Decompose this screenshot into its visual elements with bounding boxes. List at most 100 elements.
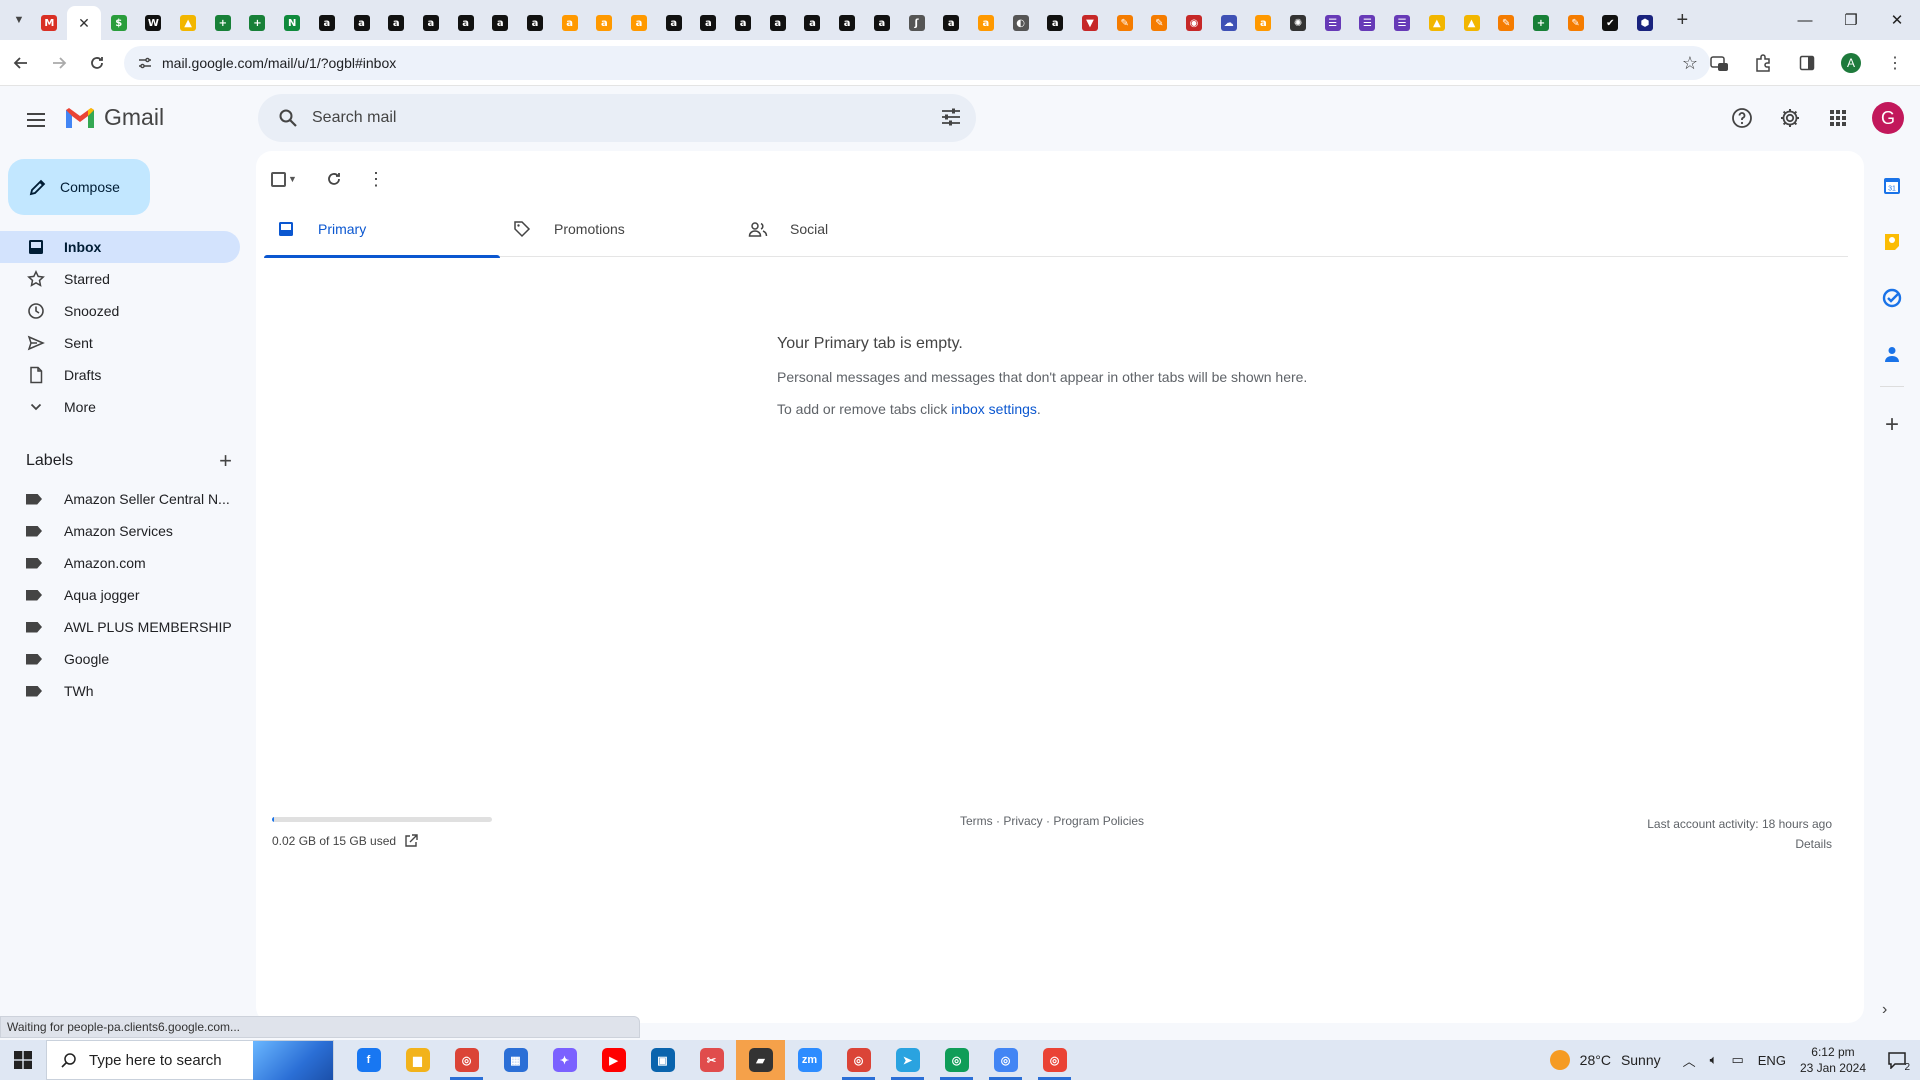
restore-button[interactable]: ❐ <box>1828 0 1874 40</box>
browser-tab[interactable]: a <box>518 6 553 40</box>
chrome-profile-taskbar-button[interactable]: ◎ <box>834 1040 883 1080</box>
side-panel-icon[interactable] <box>1792 46 1822 80</box>
browser-menu-icon[interactable]: ⋮ <box>1880 46 1910 80</box>
browser-tab[interactable]: ◉ <box>1177 6 1212 40</box>
copilot-taskbar-button[interactable]: ✦ <box>540 1040 589 1080</box>
site-info-icon[interactable] <box>130 55 160 71</box>
notifications-button[interactable]: 2 <box>1882 1045 1912 1075</box>
browser-tab[interactable]: W <box>136 6 171 40</box>
label-item[interactable]: AWL PLUS MEMBERSHIP <box>0 611 240 643</box>
chrome-profile-taskbar-button[interactable]: ◎ <box>1030 1040 1079 1080</box>
browser-tab[interactable]: a <box>969 6 1004 40</box>
contacts-icon[interactable] <box>1872 326 1912 382</box>
active-tab[interactable]: ✕ <box>66 6 102 40</box>
browser-tab[interactable]: ✺ <box>1281 6 1316 40</box>
label-item[interactable]: Amazon.com <box>0 547 240 579</box>
show-hidden-icons-chevron-icon[interactable]: ︿ <box>1683 1051 1696 1070</box>
help-icon[interactable] <box>1722 98 1762 138</box>
browser-tab[interactable]: a <box>344 6 379 40</box>
browser-tab[interactable]: ✎ <box>1558 6 1593 40</box>
chrome-profile-taskbar-button[interactable]: ◎ <box>981 1040 1030 1080</box>
compose-button[interactable]: Compose <box>8 159 150 215</box>
back-button[interactable] <box>4 46 38 80</box>
close-icon[interactable]: ✕ <box>78 15 90 32</box>
browser-tab[interactable]: ▲ <box>171 6 206 40</box>
browser-tab[interactable]: + <box>205 6 240 40</box>
search-options-icon[interactable] <box>940 106 962 133</box>
address-bar[interactable]: mail.google.com/mail/u/1/?ogbl#inbox ☆ <box>124 46 1710 80</box>
tab-primary[interactable]: Primary <box>264 201 500 258</box>
google-apps-icon[interactable] <box>1818 98 1858 138</box>
browser-tab[interactable]: ◐ <box>1003 6 1038 40</box>
new-tab-button[interactable]: + <box>1668 6 1696 34</box>
weather-widget[interactable]: 28°C Sunny <box>1549 1050 1661 1070</box>
nav-item-more[interactable]: More <box>0 391 240 423</box>
search-input[interactable] <box>312 109 892 127</box>
chrome-taskbar-button[interactable]: ◎ <box>442 1040 491 1080</box>
extensions-puzzle-icon[interactable] <box>1748 46 1778 80</box>
browser-tab[interactable]: ☁ <box>1211 6 1246 40</box>
browser-tab[interactable]: a <box>1038 6 1073 40</box>
browser-tab[interactable]: ☰ <box>1315 6 1350 40</box>
network-icon[interactable]: ▭ <box>1731 1052 1743 1068</box>
windows-start-icon[interactable] <box>0 1040 46 1080</box>
select-all-checkbox[interactable]: ▼ <box>268 163 300 195</box>
browser-tab[interactable]: a <box>656 6 691 40</box>
zoom-taskbar-button[interactable]: zm <box>785 1040 834 1080</box>
browser-tab[interactable]: a <box>830 6 865 40</box>
browser-tab[interactable]: a <box>691 6 726 40</box>
sticky-notes-taskbar-button[interactable]: ▰ <box>736 1040 785 1080</box>
privacy-link[interactable]: Privacy <box>1003 814 1042 828</box>
browser-tab[interactable]: ☰ <box>1385 6 1420 40</box>
tasks-icon[interactable] <box>1872 270 1912 326</box>
clock[interactable]: 6:12 pm 23 Jan 2024 <box>1800 1044 1866 1076</box>
open-external-icon[interactable] <box>404 834 418 848</box>
calculator-taskbar-button[interactable]: ▦ <box>491 1040 540 1080</box>
file-explorer-taskbar-button[interactable]: ▆ <box>393 1040 442 1080</box>
refresh-button[interactable] <box>318 163 350 195</box>
keep-icon[interactable] <box>1872 214 1912 270</box>
browser-tab[interactable]: ▲ <box>1420 6 1455 40</box>
browser-tab[interactable]: a <box>934 6 969 40</box>
url-text[interactable]: mail.google.com/mail/u/1/?ogbl#inbox <box>162 55 396 71</box>
browser-tab[interactable]: ✔ <box>1593 6 1628 40</box>
nav-item-starred[interactable]: Starred <box>0 263 240 295</box>
more-options-icon[interactable]: ⋮ <box>360 163 392 195</box>
browser-tab[interactable]: a <box>483 6 518 40</box>
chrome-profile-taskbar-button[interactable]: ◎ <box>932 1040 981 1080</box>
browser-tab[interactable]: a <box>414 6 449 40</box>
minimize-button[interactable]: — <box>1782 0 1828 40</box>
profile-button[interactable]: A <box>1836 46 1866 80</box>
nav-item-snoozed[interactable]: Snoozed <box>0 295 240 327</box>
telegram-taskbar-button[interactable]: ➤ <box>883 1040 932 1080</box>
browser-tab[interactable]: ▼ <box>1073 6 1108 40</box>
store-taskbar-button[interactable]: ▣ <box>638 1040 687 1080</box>
search-icon[interactable] <box>270 108 306 128</box>
extension-off-icon[interactable] <box>1704 46 1734 80</box>
label-item[interactable]: TWh <box>0 675 240 707</box>
account-avatar[interactable]: G <box>1872 102 1904 134</box>
browser-tab[interactable]: a <box>379 6 414 40</box>
gmail-logo[interactable]: Gmail <box>64 104 164 131</box>
browser-tab[interactable]: ʃ <box>899 6 934 40</box>
settings-gear-icon[interactable] <box>1770 98 1810 138</box>
browser-tab[interactable]: a <box>865 6 900 40</box>
calendar-icon[interactable]: 31 <box>1872 158 1912 214</box>
browser-tab[interactable]: $ <box>101 6 136 40</box>
label-item[interactable]: Aqua jogger <box>0 579 240 611</box>
expand-panel-icon[interactable]: › <box>1882 1001 1887 1019</box>
nav-item-sent[interactable]: Sent <box>0 327 240 359</box>
browser-tab[interactable]: a <box>552 6 587 40</box>
browser-tab[interactable]: M <box>32 6 67 40</box>
label-item[interactable]: Amazon Seller Central N... <box>0 483 240 515</box>
bookmark-star-icon[interactable]: ☆ <box>1682 53 1698 74</box>
youtube-taskbar-button[interactable]: ▶ <box>589 1040 638 1080</box>
browser-tab[interactable]: + <box>240 6 275 40</box>
browser-tab[interactable]: a <box>760 6 795 40</box>
tab-social[interactable]: Social <box>736 201 972 257</box>
reload-button[interactable] <box>80 46 114 80</box>
browser-tab[interactable]: a <box>448 6 483 40</box>
tab-promotions[interactable]: Promotions <box>500 201 736 257</box>
browser-tab[interactable]: ✎ <box>1107 6 1142 40</box>
browser-tab[interactable]: ✎ <box>1142 6 1177 40</box>
